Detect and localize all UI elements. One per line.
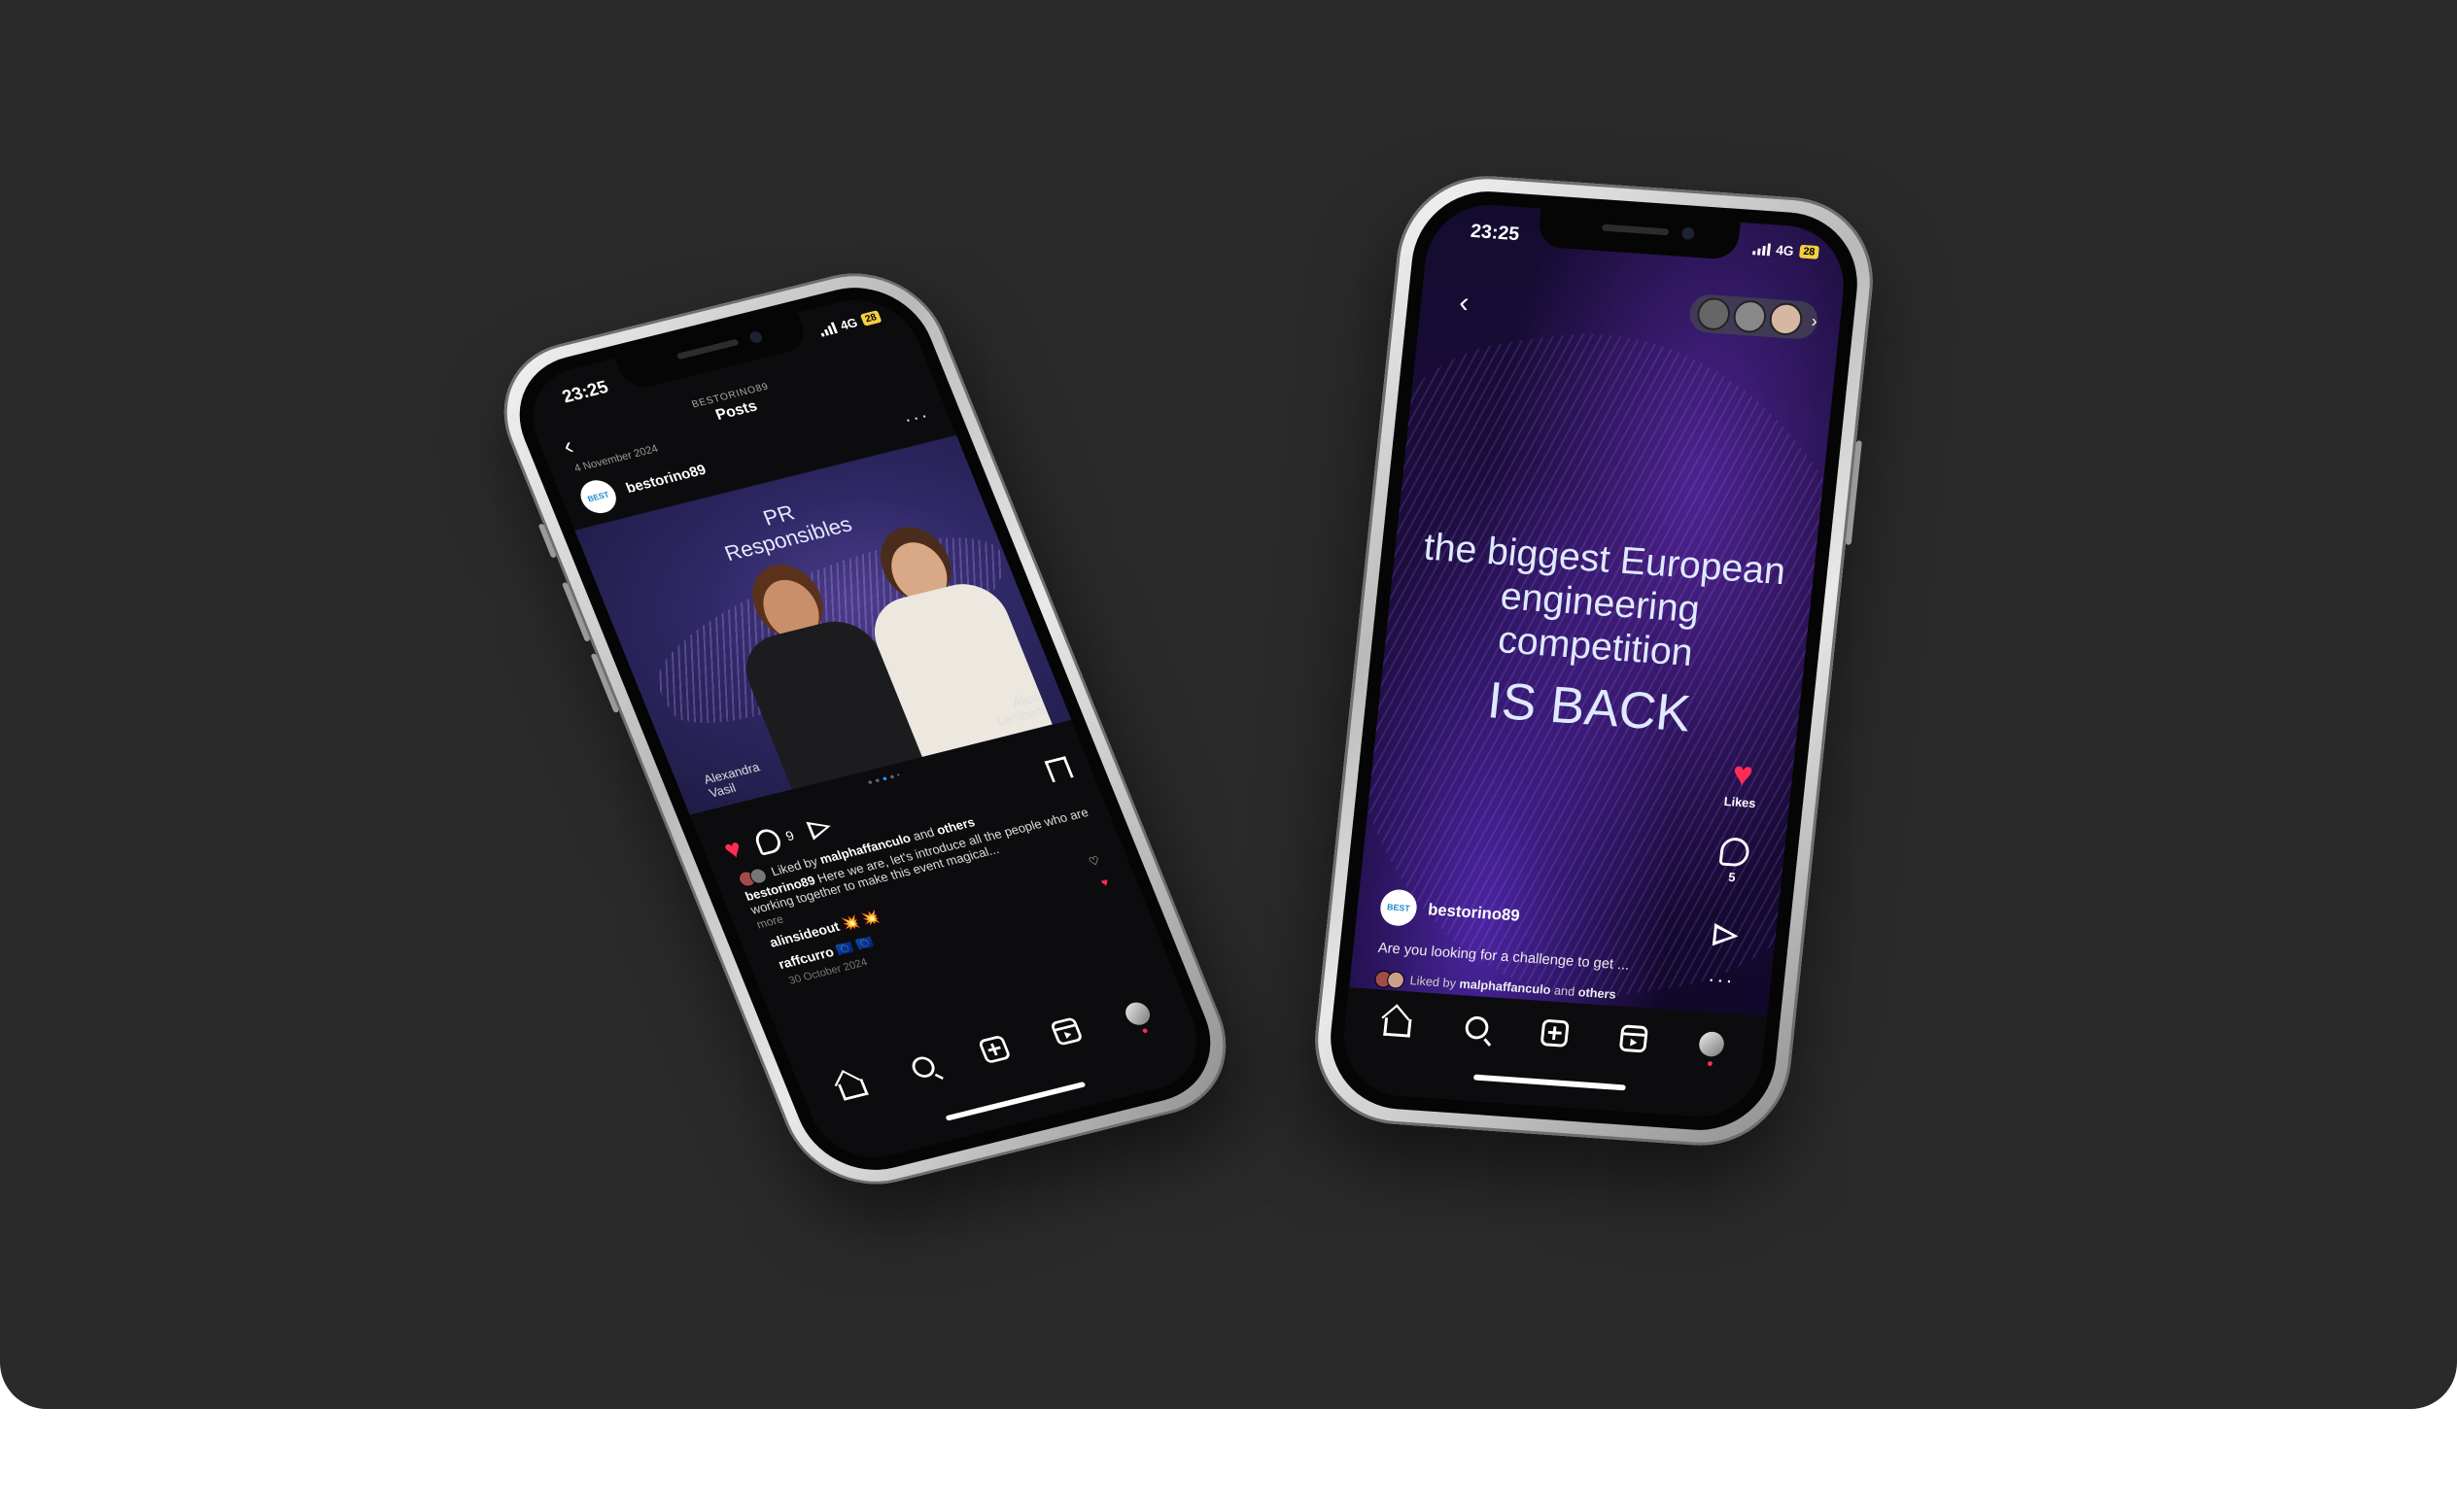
comment-icon[interactable] [751, 826, 784, 856]
liker-avatar [1386, 971, 1405, 989]
home-icon[interactable] [1382, 1007, 1413, 1038]
create-post-icon[interactable] [1540, 1018, 1571, 1048]
comment-liked-icon[interactable]: ♥ [1099, 876, 1111, 890]
battery-icon: 28 [1798, 244, 1819, 259]
showcase-background: 23:25 4G 28 ‹ BESTORINO89 Posts 4 Novemb… [0, 0, 2457, 1409]
reels-icon[interactable] [1617, 1023, 1648, 1053]
likes-label: Likes [1723, 794, 1757, 811]
comment-like-icon[interactable]: ♡ [1087, 853, 1102, 869]
viewer-avatar [1695, 296, 1732, 331]
more-options-icon[interactable]: ··· [900, 403, 933, 431]
viewer-avatar [1731, 299, 1768, 334]
liked-by-and: and [910, 824, 937, 843]
viewer-avatar [1768, 301, 1804, 337]
search-icon[interactable] [1461, 1013, 1492, 1043]
comment-count: 5 [1727, 870, 1737, 885]
power-button [1845, 440, 1862, 545]
create-post-icon[interactable] [977, 1034, 1013, 1066]
bookmark-icon[interactable] [1044, 755, 1074, 782]
signal-icon [817, 322, 839, 337]
share-icon[interactable] [805, 814, 836, 842]
reel-headline: the biggest European engineering competi… [1376, 523, 1816, 755]
bottom-tab-bar [792, 974, 1215, 1170]
liked-by-and: and [1553, 982, 1576, 999]
reels-icon[interactable] [1048, 1015, 1084, 1048]
status-time: 23:25 [1470, 221, 1521, 246]
more-options-icon[interactable]: ··· [1691, 966, 1750, 994]
search-icon[interactable] [905, 1051, 941, 1083]
battery-icon: 28 [859, 310, 882, 326]
mute-switch [537, 523, 557, 559]
comment-text: 💥 💥 [840, 909, 882, 933]
phone-reel-view: 23:25 4G 28 ‹ › the biggest European eng… [1306, 170, 1882, 1151]
profile-avatar-icon[interactable] [1120, 998, 1156, 1030]
post-username[interactable]: bestorino89 [624, 463, 709, 498]
network-label: 4G [1775, 242, 1795, 258]
signal-icon [1752, 241, 1772, 257]
liked-by-prefix: Liked by [1408, 973, 1457, 991]
post-screen: 23:25 4G 28 ‹ BESTORINO89 Posts 4 Novemb… [515, 288, 1215, 1170]
reel-username[interactable]: bestorino89 [1427, 901, 1520, 926]
avatar[interactable]: BEST [1378, 888, 1419, 927]
like-heart-icon[interactable]: ♥ [1713, 754, 1773, 794]
comment-text: 🇪🇺 🇪🇺 [834, 935, 877, 958]
avatar[interactable]: BEST [575, 476, 622, 517]
home-icon[interactable] [833, 1069, 869, 1101]
phone-post-view: 23:25 4G 28 ‹ BESTORINO89 Posts 4 Novemb… [478, 256, 1252, 1202]
status-time: 23:25 [559, 377, 611, 407]
comment-icon[interactable] [1718, 837, 1750, 868]
profile-avatar-icon[interactable] [1696, 1029, 1727, 1059]
liked-by-others[interactable]: others [1577, 984, 1616, 1001]
network-label: 4G [838, 315, 860, 333]
comment-count: 9 [783, 828, 797, 844]
share-icon[interactable] [1712, 923, 1740, 948]
person-left-caption: Alexandra Vasil [702, 760, 767, 801]
like-heart-icon[interactable]: ♥ [720, 834, 746, 865]
home-indicator[interactable] [1472, 1074, 1626, 1091]
